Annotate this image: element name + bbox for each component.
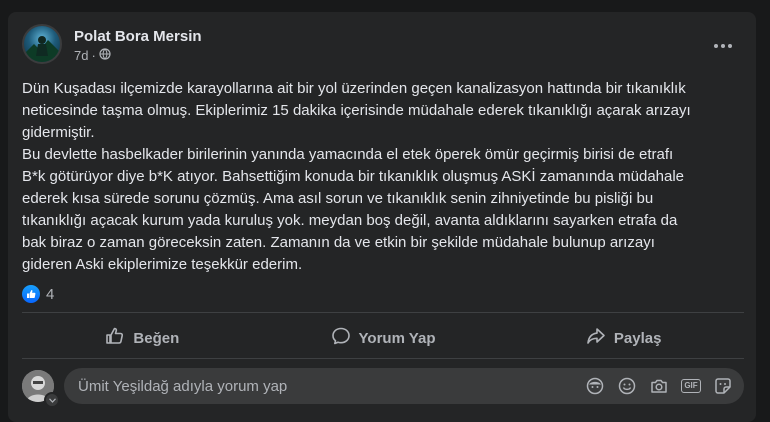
post-text-line: Bu devlette hasbelkader birilerinin yanı…: [22, 146, 674, 163]
gif-label: GIF: [681, 379, 701, 393]
post-card: Polat Bora Mersin 7d · Dün Kuşadası ilçe…: [8, 12, 756, 422]
comment-button[interactable]: Yorum Yap: [263, 320, 504, 356]
post-text-line: gideren Aski ekiplerimize teşekkür ederi…: [22, 256, 303, 273]
share-label: Paylaş: [613, 329, 662, 347]
globe-icon: [99, 48, 111, 63]
reactions-summary[interactable]: 4: [22, 285, 54, 303]
post-text: Dün Kuşadası ilçemizde karayollarına ait…: [22, 78, 744, 276]
post-text-line: neticesinde taşma olmuş. Ekiplerimiz 15 …: [22, 102, 691, 119]
comment-input[interactable]: [76, 376, 584, 396]
divider: [22, 312, 744, 313]
comment-tools: GIF: [584, 375, 734, 397]
camera-icon[interactable]: [648, 375, 670, 397]
post-text-line: tıkanıklığı açacak kurum yada kuruluş yo…: [22, 212, 678, 229]
like-reaction-icon: [22, 285, 40, 303]
comment-label: Yorum Yap: [358, 329, 436, 347]
post-text-line: B*k götürüyor diye b*K atıyor. Bahsettiğ…: [22, 168, 685, 185]
share-icon: [586, 326, 606, 350]
sticker-icon[interactable]: [712, 375, 734, 397]
post-text-line: gidermiştir.: [22, 124, 95, 141]
comment-icon: [331, 326, 351, 350]
emoji-icon[interactable]: [616, 375, 638, 397]
post-text-line: ederek kısa sürede sorunu çözmüş. Ama as…: [22, 190, 654, 207]
author-avatar[interactable]: [22, 24, 62, 64]
post-meta: 7d ·: [74, 48, 111, 63]
avatar-sticker-icon[interactable]: [584, 375, 606, 397]
like-button[interactable]: Beğen: [22, 320, 263, 356]
meta-separator: ·: [91, 48, 96, 63]
post-time[interactable]: 7d: [74, 48, 88, 63]
comment-composer: GIF: [22, 368, 744, 408]
more-options-icon[interactable]: [708, 34, 738, 58]
share-button[interactable]: Paylaş: [503, 320, 744, 356]
comment-box: GIF: [64, 368, 744, 404]
like-label: Beğen: [133, 329, 180, 347]
reaction-count: 4: [46, 285, 55, 303]
chevron-down-icon[interactable]: [44, 392, 60, 408]
post-text-line: bak biraz o zaman göreceksin zaten. Zama…: [22, 234, 655, 251]
divider: [22, 358, 744, 359]
post-text-line: Dün Kuşadası ilçemizde karayollarına ait…: [22, 80, 686, 97]
post-header: Polat Bora Mersin 7d ·: [22, 24, 742, 68]
post-actions: Beğen Yorum Yap Paylaş: [22, 320, 744, 356]
thumbs-up-icon: [105, 326, 125, 350]
gif-icon[interactable]: GIF: [680, 375, 702, 397]
author-name[interactable]: Polat Bora Mersin: [74, 28, 202, 45]
author-avatar-image: [24, 36, 60, 62]
